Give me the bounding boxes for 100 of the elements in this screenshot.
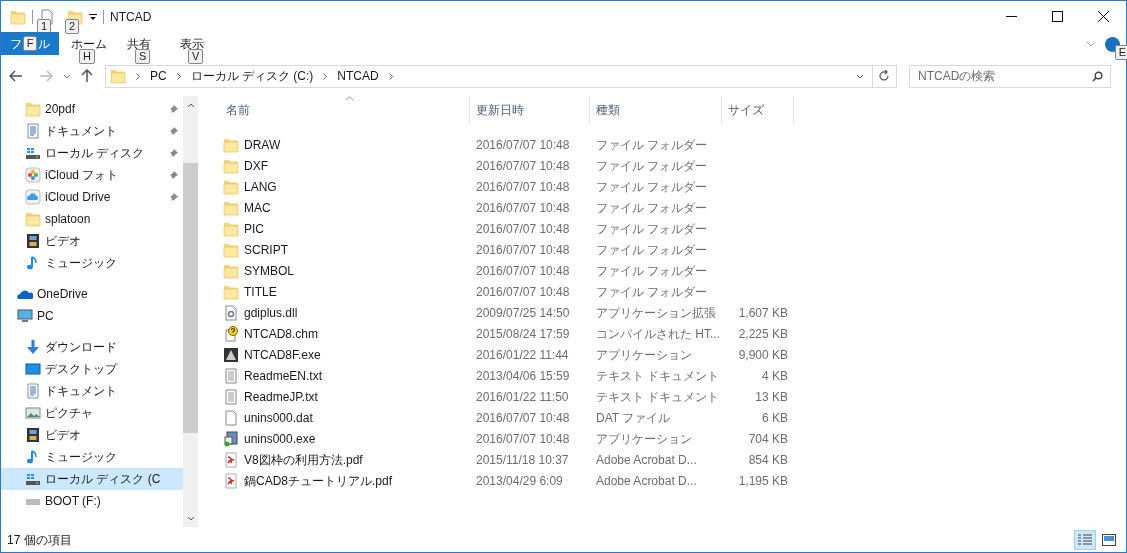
pin-icon[interactable]	[169, 126, 179, 136]
sidebar-item[interactable]: ローカル ディスク (C	[1, 468, 183, 490]
sidebar-item[interactable]: splatoon	[1, 208, 183, 230]
table-cell-text: 4 KB	[761, 367, 789, 385]
folder-icon	[223, 199, 239, 216]
sidebar-item[interactable]: OneDrive	[1, 283, 183, 305]
file-name[interactable]: unins000.exe	[244, 429, 316, 448]
table-cell-text: 2016/07/07 10:48	[475, 283, 571, 301]
file-name[interactable]: DRAW	[244, 135, 281, 154]
sidebar-item[interactable]: ローカル ディスク	[1, 142, 183, 164]
file-name[interactable]: NTCAD8.chm	[244, 324, 318, 343]
table-cell-text: 2016/07/07 10:48	[475, 262, 571, 280]
chevron-right-icon[interactable]	[176, 72, 181, 80]
scrollbar[interactable]	[183, 96, 198, 527]
table-cell-text: 13 KB	[754, 388, 789, 406]
breadcrumb[interactable]: PC	[150, 67, 167, 85]
folder-icon	[25, 211, 41, 227]
sidebar-item[interactable]: ドキュメント	[1, 120, 183, 142]
address-bar[interactable]: PC ローカル ディスク (C:) NTCAD	[105, 64, 897, 88]
app-icon	[223, 346, 239, 363]
sidebar-item[interactable]: iCloud Drive	[1, 186, 183, 208]
back-icon[interactable]	[9, 70, 23, 82]
table-cell-text: ファイル フォルダー	[595, 157, 709, 175]
document-icon	[25, 383, 41, 399]
sidebar-item[interactable]: BOOT (F:)	[1, 490, 183, 512]
keytip: V	[188, 49, 204, 64]
file-name[interactable]: SYMBOL	[244, 261, 294, 280]
file-name[interactable]: NTCAD8F.exe	[244, 345, 321, 364]
window-icon	[1102, 533, 1116, 546]
keytip: E	[1114, 45, 1127, 60]
sidebar-item[interactable]: デスクトップ	[1, 358, 183, 380]
file-icon	[223, 409, 239, 426]
column-header[interactable]: サイズ	[722, 96, 794, 124]
breadcrumb[interactable]: NTCAD	[337, 67, 379, 85]
close-icon	[1097, 11, 1109, 22]
table-cell-text: 2016/07/07 10:48	[475, 178, 571, 196]
sidebar-item[interactable]: iCloud フォト	[1, 164, 183, 186]
file-name[interactable]: SCRIPT	[244, 240, 288, 259]
file-name[interactable]: MAC	[244, 198, 271, 217]
table-cell-text: 2016/07/07 10:48	[475, 220, 571, 238]
table-cell-text: 2016/07/07 10:48	[475, 409, 571, 427]
search-field[interactable]: NTCADの検索	[909, 64, 1111, 88]
text-file-icon	[223, 367, 239, 384]
pin-icon[interactable]	[169, 170, 179, 180]
file-tab[interactable]: フ F ル	[1, 32, 59, 55]
table-cell-text: ファイル フォルダー	[595, 283, 709, 301]
sidebar-item[interactable]: PC	[1, 305, 183, 327]
file-name[interactable]: LANG	[244, 177, 277, 196]
file-name[interactable]: DXF	[244, 156, 268, 175]
table-cell-text: 2009/07/25 14:50	[475, 304, 571, 322]
file-name[interactable]: 鍋CAD8チュートリアル.pdf	[244, 471, 393, 490]
chevron-down-icon[interactable]	[856, 73, 864, 79]
chevron-right-icon[interactable]	[388, 72, 393, 80]
sidebar-item[interactable]: ピクチャ	[1, 402, 183, 424]
breadcrumb[interactable]: ローカル ディスク (C:)	[190, 67, 314, 85]
table-cell-text: 2016/07/07 10:48	[475, 241, 571, 259]
table-cell-text: 854 KB	[747, 451, 789, 469]
file-name[interactable]: TITLE	[244, 282, 277, 301]
desktop-icon	[25, 361, 41, 377]
file-name[interactable]: ReadmeJP.txt	[244, 387, 318, 406]
file-name[interactable]: unins000.dat	[244, 408, 313, 427]
file-name[interactable]: PIC	[244, 219, 264, 238]
monitor-icon	[17, 308, 33, 324]
dropdown-icon[interactable]	[63, 73, 71, 79]
sidebar-item[interactable]: ミュージック	[1, 252, 183, 274]
down-arrow-icon	[25, 339, 41, 355]
table-cell-text: 2015/08/24 17:59	[475, 325, 571, 343]
sidebar-item[interactable]: ビデオ	[1, 424, 183, 446]
file-name[interactable]: gdiplus.dll	[244, 303, 298, 322]
minimize-icon	[1005, 16, 1017, 17]
up-icon[interactable]	[81, 69, 93, 83]
column-header[interactable]: 名前	[220, 96, 470, 124]
customize-icon[interactable]	[89, 12, 97, 21]
column-header[interactable]: 更新日時	[470, 96, 590, 124]
table-cell-text: Adobe Acrobat D...	[595, 472, 698, 490]
column-header[interactable]: 種類	[590, 96, 722, 124]
sidebar-item[interactable]: ビデオ	[1, 230, 183, 252]
table-cell-text: ファイル フォルダー	[595, 136, 709, 154]
pin-icon[interactable]	[169, 148, 179, 158]
scroll-up-icon[interactable]	[186, 103, 195, 108]
sidebar-item[interactable]: 20pdf	[1, 98, 183, 120]
drive-icon	[25, 145, 41, 161]
pin-icon[interactable]	[169, 104, 179, 114]
scrollbar-thumb[interactable]	[183, 163, 198, 433]
file-name[interactable]: ReadmeEN.txt	[244, 366, 323, 385]
pin-icon[interactable]	[169, 192, 179, 202]
maximize-icon	[1051, 11, 1063, 22]
keytip: H	[79, 49, 95, 64]
sidebar-item[interactable]: ダウンロード	[1, 336, 183, 358]
scroll-down-icon[interactable]	[186, 516, 195, 521]
table-cell-text: コンパイルされた HT...	[595, 325, 721, 343]
chevron-right-icon[interactable]	[136, 72, 140, 80]
file-name[interactable]: V8図枠の利用方法.pdf	[244, 450, 363, 469]
refresh-icon[interactable]	[879, 70, 890, 82]
folder-icon	[223, 178, 239, 195]
table-cell-text: 2013/04/29 6:09	[475, 472, 564, 490]
sidebar-item[interactable]: ドキュメント	[1, 380, 183, 402]
sidebar-item[interactable]: ミュージック	[1, 446, 183, 468]
chevron-right-icon[interactable]	[323, 72, 328, 80]
film-icon	[25, 427, 41, 443]
